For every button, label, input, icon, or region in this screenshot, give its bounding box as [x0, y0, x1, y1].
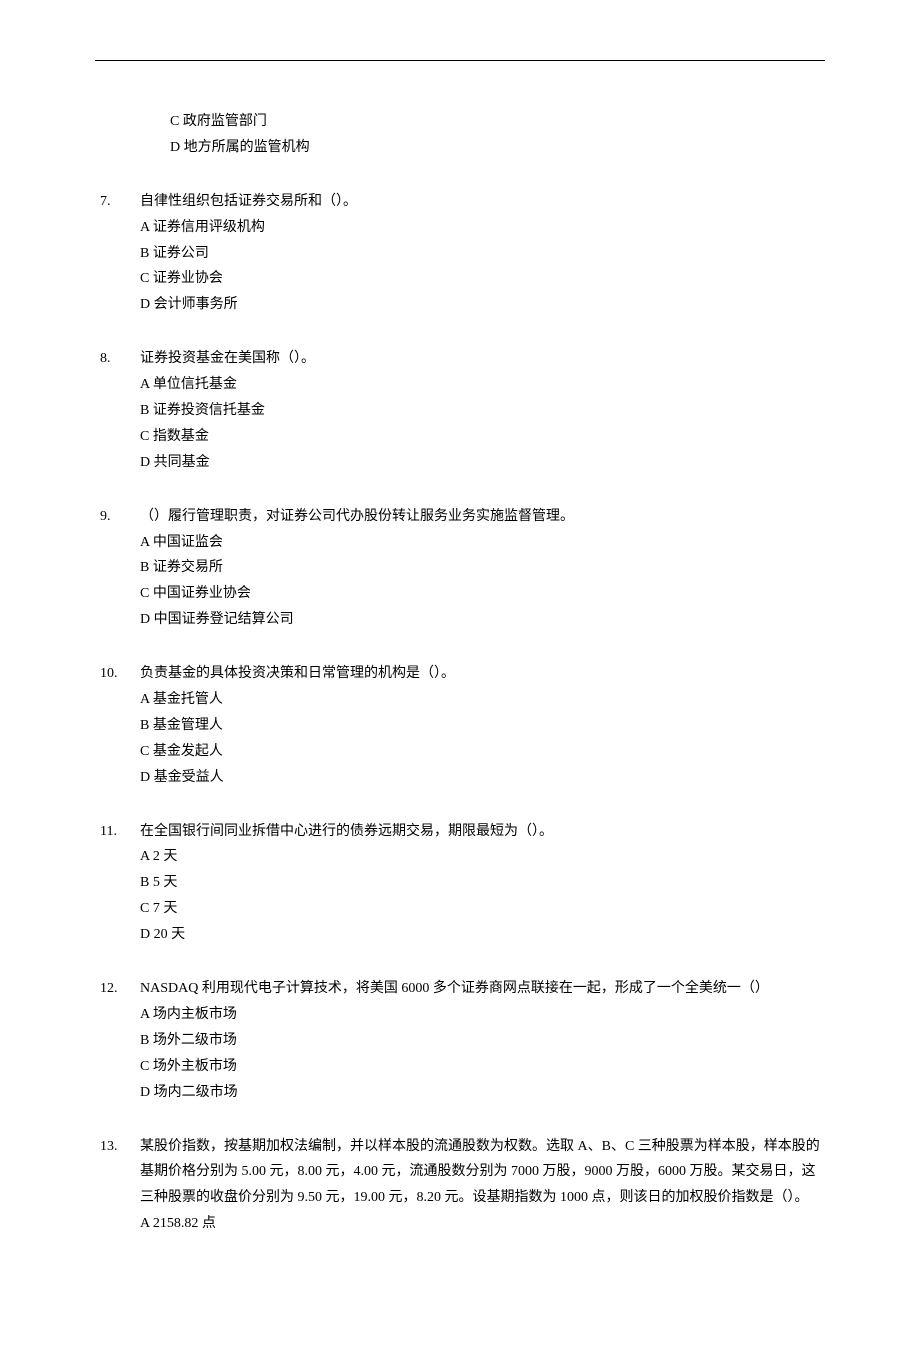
question-body: NASDAQ 利用现代电子计算技术，将美国 6000 多个证券商网点联接在一起，… — [140, 976, 825, 1105]
option: C 场外主板市场 — [140, 1054, 825, 1080]
question-body: 自律性组织包括证券交易所和（）。A 证券信用评级机构B 证券公司C 证券业协会D… — [140, 189, 825, 318]
question-stem: 在全国银行间同业拆借中心进行的债券远期交易，期限最短为（）。 — [140, 819, 825, 845]
option: C 基金发起人 — [140, 739, 825, 765]
option-c: C 政府监管部门 — [170, 109, 825, 135]
option: D 共同基金 — [140, 450, 825, 476]
option: D 基金受益人 — [140, 765, 825, 791]
question: 7.自律性组织包括证券交易所和（）。A 证券信用评级机构B 证券公司C 证券业协… — [95, 189, 825, 318]
question-stem: 自律性组织包括证券交易所和（）。 — [140, 189, 825, 215]
question-number: 13. — [95, 1134, 140, 1160]
option: C 中国证券业协会 — [140, 581, 825, 607]
option: A 2158.82 点 — [140, 1211, 825, 1237]
question-number: 12. — [95, 976, 140, 1002]
option: A 中国证监会 — [140, 530, 825, 556]
option: A 证券信用评级机构 — [140, 215, 825, 241]
question: 12.NASDAQ 利用现代电子计算技术，将美国 6000 多个证券商网点联接在… — [95, 976, 825, 1105]
option: C 证券业协会 — [140, 266, 825, 292]
option: B 基金管理人 — [140, 713, 825, 739]
option: A 基金托管人 — [140, 687, 825, 713]
question-body: 在全国银行间同业拆借中心进行的债券远期交易，期限最短为（）。A 2 天B 5 天… — [140, 819, 825, 948]
question: 9.（）履行管理职责，对证券公司代办股份转让服务业务实施监督管理。A 中国证监会… — [95, 504, 825, 633]
option: B 5 天 — [140, 870, 825, 896]
question: 13.某股价指数，按基期加权法编制，并以样本股的流通股数为权数。选取 A、B、C… — [95, 1134, 825, 1238]
question: 8.证券投资基金在美国称（）。A 单位信托基金B 证券投资信托基金C 指数基金D… — [95, 346, 825, 475]
question-number: 9. — [95, 504, 140, 530]
question-number: 11. — [95, 819, 140, 845]
question-stem: （）履行管理职责，对证券公司代办股份转让服务业务实施监督管理。 — [140, 504, 825, 530]
option: A 场内主板市场 — [140, 1002, 825, 1028]
option: B 场外二级市场 — [140, 1028, 825, 1054]
question-body: 证券投资基金在美国称（）。A 单位信托基金B 证券投资信托基金C 指数基金D 共… — [140, 346, 825, 475]
question-stem: 某股价指数，按基期加权法编制，并以样本股的流通股数为权数。选取 A、B、C 三种… — [140, 1134, 825, 1212]
question-body: 某股价指数，按基期加权法编制，并以样本股的流通股数为权数。选取 A、B、C 三种… — [140, 1134, 825, 1238]
option: D 中国证券登记结算公司 — [140, 607, 825, 633]
option: A 单位信托基金 — [140, 372, 825, 398]
top-rule — [95, 60, 825, 61]
option: C 指数基金 — [140, 424, 825, 450]
question-number: 7. — [95, 189, 140, 215]
question-number: 10. — [95, 661, 140, 687]
option: D 场内二级市场 — [140, 1080, 825, 1106]
question-body: （）履行管理职责，对证券公司代办股份转让服务业务实施监督管理。A 中国证监会B … — [140, 504, 825, 633]
option: B 证券投资信托基金 — [140, 398, 825, 424]
option: D 20 天 — [140, 922, 825, 948]
option: A 2 天 — [140, 844, 825, 870]
document-page: C 政府监管部门 D 地方所属的监管机构 7.自律性组织包括证券交易所和（）。A… — [0, 0, 920, 1365]
option-d: D 地方所属的监管机构 — [170, 135, 825, 161]
question-stem: 证券投资基金在美国称（）。 — [140, 346, 825, 372]
option: D 会计师事务所 — [140, 292, 825, 318]
option: B 证券交易所 — [140, 555, 825, 581]
option: C 7 天 — [140, 896, 825, 922]
option: B 证券公司 — [140, 241, 825, 267]
question-stem: 负责基金的具体投资决策和日常管理的机构是（）。 — [140, 661, 825, 687]
question: 11.在全国银行间同业拆借中心进行的债券远期交易，期限最短为（）。A 2 天B … — [95, 819, 825, 948]
question-stem: NASDAQ 利用现代电子计算技术，将美国 6000 多个证券商网点联接在一起，… — [140, 976, 825, 1002]
question: 10.负责基金的具体投资决策和日常管理的机构是（）。A 基金托管人B 基金管理人… — [95, 661, 825, 790]
question-number: 8. — [95, 346, 140, 372]
orphan-options: C 政府监管部门 D 地方所属的监管机构 — [170, 109, 825, 161]
question-list: 7.自律性组织包括证券交易所和（）。A 证券信用评级机构B 证券公司C 证券业协… — [95, 189, 825, 1237]
question-body: 负责基金的具体投资决策和日常管理的机构是（）。A 基金托管人B 基金管理人C 基… — [140, 661, 825, 790]
